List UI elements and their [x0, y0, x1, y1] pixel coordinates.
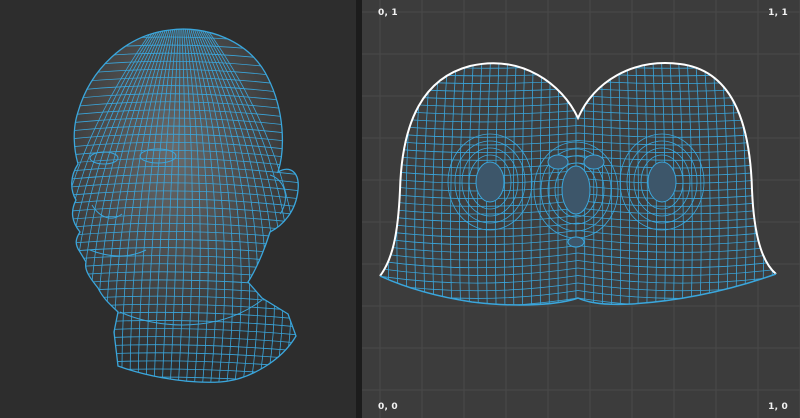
uv-corner-label-bottom-right: 1, 0	[768, 402, 788, 412]
uv-layout[interactable]	[362, 0, 800, 418]
uv-corner-label-top-left: 0, 1	[378, 8, 398, 18]
uv-corner-label-top-right: 1, 1	[768, 8, 788, 18]
uv-editor-panel[interactable]: 0, 1 1, 1 0, 0 1, 0	[362, 0, 800, 418]
3d-viewport[interactable]	[0, 0, 356, 418]
app-window: 0, 1 1, 1 0, 0 1, 0	[0, 0, 800, 418]
wireframe-head-mesh[interactable]	[0, 0, 356, 418]
uv-corner-label-bottom-left: 0, 0	[378, 402, 398, 412]
